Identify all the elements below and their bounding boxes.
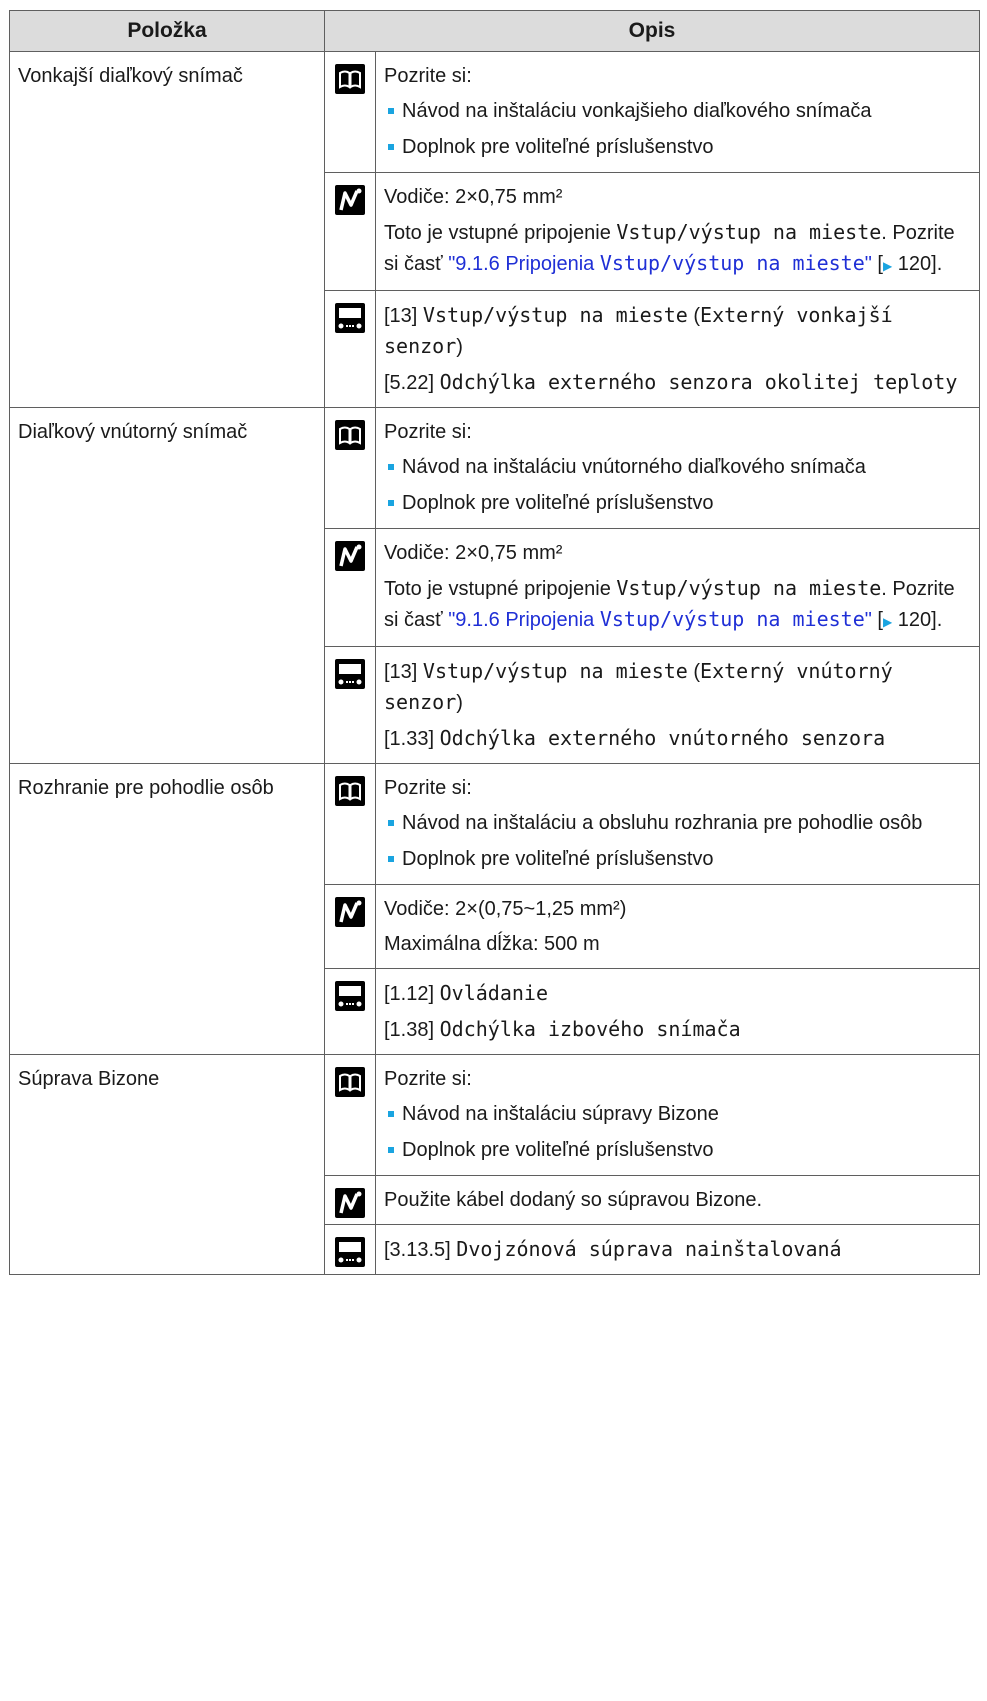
wires-text: Vodiče: 2×0,75 mm² xyxy=(384,542,563,564)
header-item: Položka xyxy=(9,10,325,52)
list-item: Doplnok pre voliteľné príslušenstvo xyxy=(384,488,973,518)
max-length-text: Maximálna dĺžka: 500 m xyxy=(384,933,600,955)
controller-icon xyxy=(335,981,365,1011)
connection-note: Toto je vstupné pripojenie Vstup/výstup … xyxy=(384,220,955,275)
wires-text: Vodiče: 2×(0,75~1,25 mm²) xyxy=(384,898,627,920)
section-link[interactable]: "9.1.6 Pripojenia Vstup/výstup na mieste… xyxy=(448,251,872,275)
table-row: Rozhranie pre pohodlie osôb Pozrite si: … xyxy=(9,763,980,1055)
see-label: Pozrite si: xyxy=(384,421,472,443)
wire-icon xyxy=(335,1188,365,1218)
item-name: Diaľkový vnútorný snímač xyxy=(9,407,325,764)
reference-list: Návod na inštaláciu a obsluhu rozhrania … xyxy=(384,808,973,874)
table-row: Vonkajší diaľkový snímač Pozrite si: Náv… xyxy=(9,51,980,408)
reference-list: Návod na inštaláciu vnútorného diaľkovéh… xyxy=(384,452,973,518)
wire-icon xyxy=(335,185,365,215)
table-header-row: Položka Opis xyxy=(9,10,980,52)
controller-icon xyxy=(335,1237,365,1267)
list-item: Doplnok pre voliteľné príslušenstvo xyxy=(384,844,973,874)
arrow-right-icon: ▶ xyxy=(882,259,893,273)
item-name: Rozhranie pre pohodlie osôb xyxy=(9,763,325,1055)
connection-note: Toto je vstupné pripojenie Vstup/výstup … xyxy=(384,576,955,631)
wire-icon xyxy=(335,541,365,571)
item-name: Súprava Bizone xyxy=(9,1054,325,1275)
list-item: Návod na inštaláciu vonkajšieho diaľkové… xyxy=(384,96,973,126)
book-icon xyxy=(335,776,365,806)
arrow-right-icon: ▶ xyxy=(882,615,893,629)
reference-list: Návod na inštaláciu vonkajšieho diaľkové… xyxy=(384,96,973,162)
wires-text: Vodiče: 2×0,75 mm² xyxy=(384,186,563,208)
see-label: Pozrite si: xyxy=(384,1068,472,1090)
setting-line: [1.12] Ovládanie xyxy=(384,981,548,1005)
setting-line: [13] Vstup/výstup na mieste (Externý von… xyxy=(384,303,893,358)
see-label: Pozrite si: xyxy=(384,65,472,87)
setting-line: [3.13.5] Dvojzónová súprava nainštalovan… xyxy=(384,1237,842,1261)
accessories-table: Položka Opis Vonkajší diaľkový snímač Po… xyxy=(9,10,980,1275)
table-row: Súprava Bizone Pozrite si: Návod na inšt… xyxy=(9,1054,980,1275)
book-icon xyxy=(335,64,365,94)
book-icon xyxy=(335,420,365,450)
see-label: Pozrite si: xyxy=(384,777,472,799)
cable-text: Použite kábel dodaný so súpravou Bizone. xyxy=(384,1189,763,1211)
list-item: Návod na inštaláciu a obsluhu rozhrania … xyxy=(384,808,973,838)
setting-line: [1.33] Odchýlka externého vnútorného sen… xyxy=(384,726,886,750)
reference-list: Návod na inštaláciu súpravy Bizone Dopln… xyxy=(384,1099,973,1165)
wire-icon xyxy=(335,897,365,927)
controller-icon xyxy=(335,303,365,333)
section-link[interactable]: "9.1.6 Pripojenia Vstup/výstup na mieste… xyxy=(448,607,872,631)
book-icon xyxy=(335,1067,365,1097)
item-name: Vonkajší diaľkový snímač xyxy=(9,51,325,408)
header-description: Opis xyxy=(324,10,980,52)
list-item: Návod na inštaláciu súpravy Bizone xyxy=(384,1099,973,1129)
setting-line: [13] Vstup/výstup na mieste (Externý vnú… xyxy=(384,659,893,714)
list-item: Doplnok pre voliteľné príslušenstvo xyxy=(384,1135,973,1165)
setting-line: [1.38] Odchýlka izbového snímača xyxy=(384,1017,741,1041)
table-row: Diaľkový vnútorný snímač Pozrite si: Náv… xyxy=(9,407,980,764)
list-item: Návod na inštaláciu vnútorného diaľkovéh… xyxy=(384,452,973,482)
list-item: Doplnok pre voliteľné príslušenstvo xyxy=(384,132,973,162)
setting-line: [5.22] Odchýlka externého senzora okolit… xyxy=(384,370,958,394)
controller-icon xyxy=(335,659,365,689)
